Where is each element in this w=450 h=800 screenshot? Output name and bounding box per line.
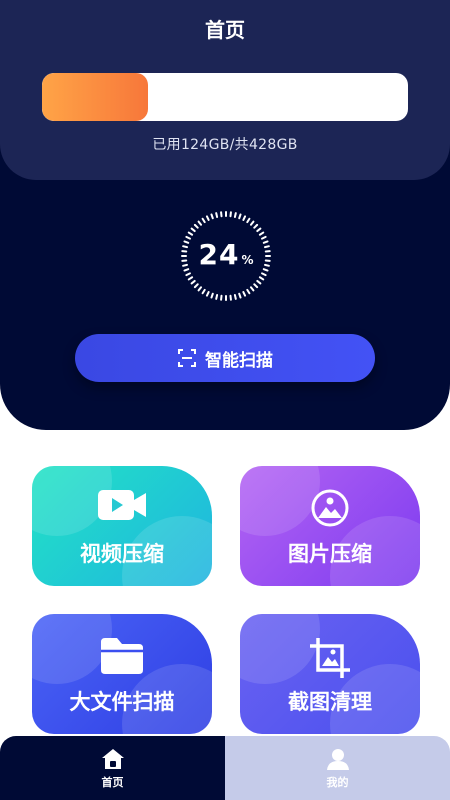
- screenshot-clean-card[interactable]: 截图清理: [240, 614, 420, 734]
- gauge-tick: [249, 286, 255, 292]
- gauge-tick: [238, 292, 242, 299]
- bottom-tab-bar: 首页 我的: [0, 736, 450, 800]
- screenshot-clean-label: 截图清理: [288, 690, 372, 714]
- storage-progress-fill: [42, 73, 149, 121]
- gauge-tick: [233, 293, 237, 300]
- tab-home[interactable]: 首页: [0, 736, 225, 800]
- storage-summary-panel: 首页 已用124GB/共428GB: [0, 0, 450, 180]
- gauge-tick: [246, 217, 251, 224]
- gauge-tick: [249, 220, 255, 226]
- gauge-tick: [197, 220, 203, 226]
- gauge-tick: [256, 279, 262, 285]
- image-icon: [311, 489, 349, 527]
- crop-image-icon: [310, 638, 350, 678]
- image-compress-card[interactable]: 图片压缩: [240, 466, 420, 586]
- gauge-tick: [205, 215, 210, 221]
- gauge-tick: [190, 227, 196, 233]
- tab-mine[interactable]: 我的: [225, 736, 450, 800]
- home-screen: 首页 已用124GB/共428GB 24% 智能扫描 视频压缩 图片压缩 大文件…: [0, 0, 450, 800]
- large-file-scan-card[interactable]: 大文件扫描: [32, 614, 212, 734]
- video-compress-label: 视频压缩: [80, 542, 164, 566]
- gauge-tick: [258, 231, 265, 236]
- gauge-tick: [187, 231, 194, 236]
- gauge-tick: [242, 215, 247, 221]
- large-file-scan-label: 大文件扫描: [69, 690, 175, 714]
- image-compress-label: 图片压缩: [288, 542, 372, 566]
- gauge-tick: [197, 286, 203, 292]
- gauge-tick: [233, 212, 237, 219]
- gauge-tick: [258, 276, 265, 281]
- gauge-tick: [238, 213, 242, 220]
- smart-scan-label: 智能扫描: [205, 350, 273, 371]
- gauge-tick: [210, 213, 214, 220]
- gauge-tick: [193, 283, 199, 289]
- gauge-tick: [190, 279, 196, 285]
- storage-progress-bar: [42, 73, 408, 121]
- folder-icon: [101, 638, 143, 674]
- gauge-tick: [205, 291, 210, 297]
- tab-home-label: 首页: [101, 775, 124, 789]
- gauge-tick: [246, 288, 251, 295]
- gauge-tick: [256, 227, 262, 233]
- scan-frame-icon: [178, 349, 196, 367]
- gauge-tick: [201, 217, 206, 224]
- home-icon: [101, 748, 124, 769]
- gauge-tick: [261, 272, 267, 277]
- smart-scan-button[interactable]: 智能扫描: [75, 334, 375, 382]
- video-camera-icon: [98, 490, 146, 520]
- gauge-tick: [215, 212, 219, 219]
- gauge-tick: [253, 223, 259, 229]
- usage-gauge-label: 24%: [180, 238, 272, 271]
- gauge-tick: [210, 292, 214, 299]
- gauge-tick: [201, 288, 206, 295]
- video-compress-card[interactable]: 视频压缩: [32, 466, 212, 586]
- gauge-tick: [193, 223, 199, 229]
- tab-mine-label: 我的: [326, 775, 349, 789]
- gauge-tick: [215, 293, 219, 300]
- gauge-tick: [185, 272, 191, 277]
- usage-percent-unit: %: [241, 253, 254, 267]
- gauge-tick: [253, 283, 259, 289]
- page-title: 首页: [205, 18, 245, 42]
- storage-hero-panel: 首页 已用124GB/共428GB 24% 智能扫描: [0, 0, 450, 430]
- usage-percent-value: 24: [198, 238, 240, 271]
- gauge-tick: [187, 276, 194, 281]
- gauge-tick: [242, 291, 247, 297]
- storage-usage-text: 已用124GB/共428GB: [152, 137, 298, 153]
- user-icon: [326, 748, 349, 770]
